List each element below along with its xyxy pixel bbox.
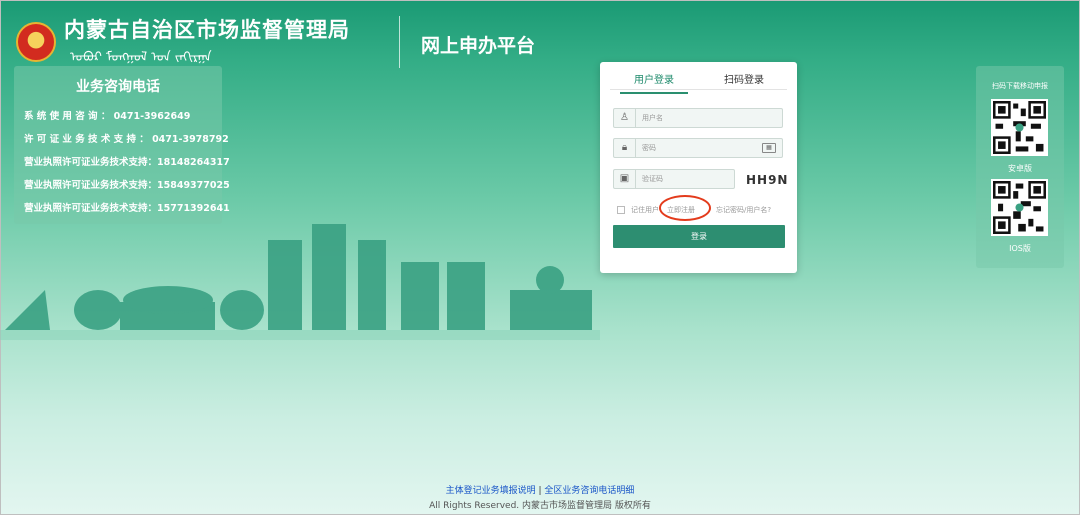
qr-download-panel: 扫码下载移动申报 安卓版 IOS版 <box>976 66 1064 268</box>
hotline-row: 许 可 证 业 务 技 术 支 持 ： 0471-3978792 <box>24 134 229 145</box>
remember-me[interactable]: 记住用户 <box>617 205 659 215</box>
captcha-icon: ▣ <box>614 170 636 188</box>
android-label: 安卓版 <box>1008 164 1032 173</box>
platform-title: 网上申办平台 <box>421 35 536 57</box>
captcha-input[interactable] <box>642 173 752 185</box>
ios-label: IOS版 <box>1009 244 1031 253</box>
org-name: 内蒙古自治区市场监督管理局 <box>64 18 350 42</box>
ios-qr-code <box>991 179 1048 236</box>
hotline-row: 系 统 使 用 咨 询 ： 0471-3962649 <box>24 111 191 122</box>
login-card: 用户登录 扫码登录 ♙ 🔒︎ ▦ ▣ HH9N 记住用户 立即注册 忘记密码/用… <box>600 62 797 273</box>
footer-separator: | <box>538 486 542 496</box>
user-icon: ♙ <box>614 109 636 127</box>
login-button[interactable]: 登录 <box>613 225 785 248</box>
password-field: 🔒︎ ▦ <box>613 138 783 158</box>
highlight-annotation <box>659 195 711 221</box>
city-skyline-illustration <box>0 224 600 340</box>
forgot-password-link[interactable]: 忘记密码/用户名? <box>716 205 771 215</box>
lock-icon: 🔒︎ <box>614 139 636 157</box>
footer-link-hotlines[interactable]: 全区业务咨询电话明细 <box>544 486 634 496</box>
captcha-field: ▣ <box>613 169 752 189</box>
password-input[interactable] <box>642 142 752 154</box>
keyboard-icon[interactable]: ▦ <box>762 143 776 153</box>
remember-checkbox[interactable] <box>617 206 625 214</box>
remember-label: 记住用户 <box>631 206 659 214</box>
footer-link-guide[interactable]: 主体登记业务填报说明 <box>446 486 536 496</box>
national-emblem-icon <box>16 22 56 62</box>
qr-title: 扫码下载移动申报 <box>992 82 1048 90</box>
header-divider <box>399 16 400 68</box>
tab-scan-login[interactable]: 扫码登录 <box>724 71 764 86</box>
android-qr-code <box>991 99 1048 156</box>
username-field: ♙ <box>613 108 783 128</box>
copyright-text: All Rights Reserved. 内蒙古市场监督管理局 版权所有 <box>429 501 651 511</box>
tab-user-login[interactable]: 用户登录 <box>620 71 688 94</box>
username-input[interactable] <box>642 112 752 124</box>
hotline-row: 营业执照许可证业务技术支持：18148264317 <box>24 157 230 168</box>
captcha-image[interactable]: HH9N <box>746 173 788 187</box>
footer-links: 主体登记业务填报说明 | 全区业务咨询电话明细 <box>0 483 1080 496</box>
tab-divider <box>610 89 787 90</box>
org-name-mongolian: ᠣᠪᠣᠷ ᠮᠣᠩᠭᠣᠯ ᠤᠨ ᠵᠠᠬᠢᠷᠭᠠ <box>70 50 212 65</box>
hotline-title: 业务咨询电话 <box>76 79 160 95</box>
